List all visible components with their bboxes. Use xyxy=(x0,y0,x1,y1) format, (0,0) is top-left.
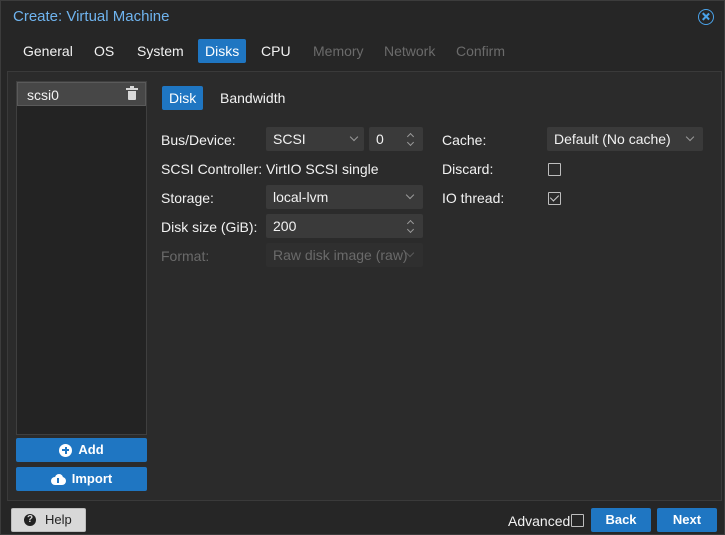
discard-label: Discard: xyxy=(442,161,494,177)
storage-select[interactable]: local-lvm xyxy=(266,185,423,209)
cache-select-value: Default (No cache) xyxy=(554,131,671,147)
spin-down-icon[interactable] xyxy=(406,225,415,234)
check-icon xyxy=(549,192,560,202)
subtab-bandwidth[interactable]: Bandwidth xyxy=(213,86,292,110)
create-vm-dialog: Create: Virtual Machine General OS Syste… xyxy=(0,0,725,535)
dialog-titlebar: Create: Virtual Machine xyxy=(1,1,724,34)
advanced-checkbox[interactable] xyxy=(571,514,584,527)
bus-device-label: Bus/Device: xyxy=(161,132,236,148)
tab-os[interactable]: OS xyxy=(87,39,121,63)
back-button[interactable]: Back xyxy=(591,508,651,532)
disk-list[interactable]: scsi0 xyxy=(16,81,147,435)
discard-checkbox[interactable] xyxy=(548,163,561,176)
device-number-stepper[interactable]: 0 xyxy=(369,127,423,151)
io-thread-label: IO thread: xyxy=(442,190,505,206)
subtab-disk[interactable]: Disk xyxy=(162,86,204,110)
storage-label: Storage: xyxy=(161,190,214,206)
close-icon[interactable] xyxy=(698,9,714,25)
plus-circle-icon xyxy=(59,443,73,457)
question-circle-icon: ? xyxy=(24,514,36,526)
disks-panel: scsi0 Add Import Disk Bandwidth Bus/Devi… xyxy=(7,71,722,501)
dialog-title: Create: Virtual Machine xyxy=(13,8,170,25)
format-label: Format: xyxy=(161,248,210,264)
wizard-tabs: General OS System Disks CPU Memory Netwo… xyxy=(1,39,724,65)
format-select-value: Raw disk image (raw) xyxy=(273,247,408,263)
spin-down-icon[interactable] xyxy=(406,138,415,147)
chevron-down-icon xyxy=(349,132,359,142)
scsi-controller-value: VirtIO SCSI single xyxy=(266,161,379,177)
disk-size-stepper[interactable]: 200 xyxy=(266,214,423,238)
tab-confirm: Confirm xyxy=(456,43,506,59)
advanced-label: Advanced xyxy=(508,513,571,529)
bus-select[interactable]: SCSI xyxy=(266,127,364,151)
tab-memory: Memory xyxy=(313,43,364,59)
tab-network: Network xyxy=(384,43,436,59)
import-disk-label: Import xyxy=(71,471,113,486)
io-thread-checkbox[interactable] xyxy=(548,192,561,205)
tab-general[interactable]: General xyxy=(16,39,80,63)
storage-select-value: local-lvm xyxy=(273,189,329,205)
bus-select-value: SCSI xyxy=(273,131,306,147)
disk-size-value: 200 xyxy=(273,218,297,234)
help-label: Help xyxy=(45,512,72,527)
add-disk-button[interactable]: Add xyxy=(16,438,147,462)
add-disk-label: Add xyxy=(78,442,104,457)
disk-size-label: Disk size (GiB): xyxy=(161,219,258,235)
help-button[interactable]: ? Help xyxy=(11,508,86,532)
chevron-down-icon xyxy=(685,132,695,142)
dialog-footer: ? Help Advanced Back Next xyxy=(1,504,724,535)
device-number-value: 0 xyxy=(376,131,384,147)
chevron-down-icon xyxy=(405,190,415,200)
tab-cpu[interactable]: CPU xyxy=(254,39,298,63)
next-button[interactable]: Next xyxy=(657,508,717,532)
tab-disks[interactable]: Disks xyxy=(198,39,247,63)
format-select: Raw disk image (raw) xyxy=(266,243,423,267)
disk-item-scsi0[interactable]: scsi0 xyxy=(17,82,146,106)
tab-system[interactable]: System xyxy=(130,39,191,63)
import-disk-button[interactable]: Import xyxy=(16,467,147,491)
cloud-upload-icon xyxy=(50,473,66,485)
scsi-controller-label: SCSI Controller: xyxy=(161,161,263,177)
disk-item-label: scsi0 xyxy=(27,87,59,103)
trash-icon[interactable] xyxy=(126,86,138,100)
cache-select[interactable]: Default (No cache) xyxy=(547,127,703,151)
cache-label: Cache: xyxy=(442,132,487,148)
